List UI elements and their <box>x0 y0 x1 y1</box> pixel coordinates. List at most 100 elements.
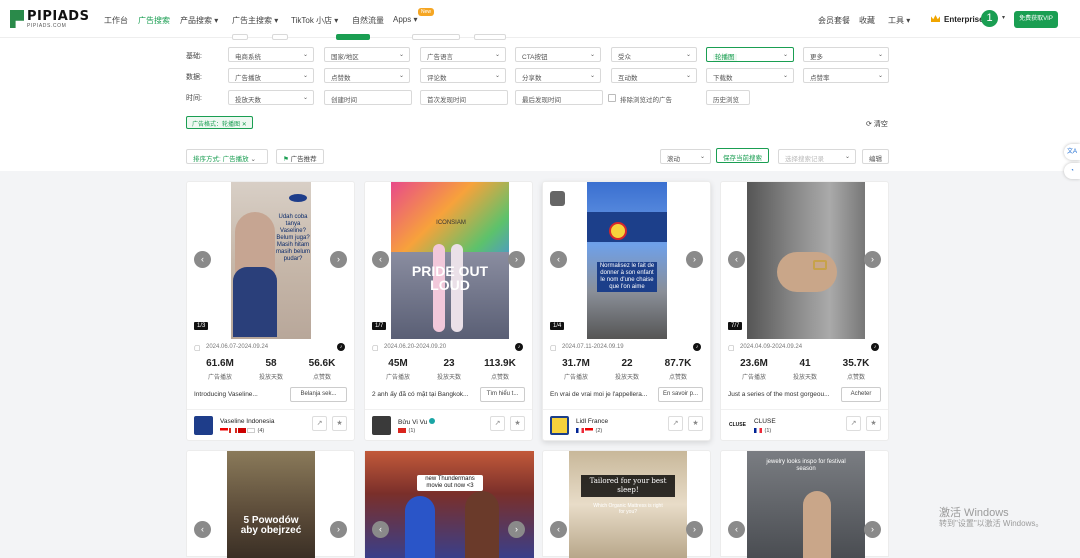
next-arrow-icon[interactable]: › <box>330 251 347 268</box>
created-time-input[interactable]: 创建时间 <box>324 90 412 105</box>
ad-card[interactable]: PRIDE OUT LOUD ICONSIAM ‹ › 1/7 ▢ 2024.0… <box>364 181 533 441</box>
scroll-mode-select[interactable]: 滚动 ⌄ <box>660 149 711 164</box>
ad-thumbnail[interactable]: jewelry looks inspo for festival season <box>747 451 865 558</box>
brand-logo[interactable] <box>372 416 391 435</box>
prev-arrow-icon[interactable]: ‹ <box>194 521 211 538</box>
select-like-rate[interactable]: 点赞率 ⌄ <box>803 68 889 83</box>
cta-button[interactable]: En savoir p... <box>658 387 703 402</box>
select-comments[interactable]: 评论数 ⌄ <box>420 68 506 83</box>
chevron-down-icon[interactable]: ▾ <box>1002 14 1005 21</box>
nav-tools[interactable]: 工具 ▾ <box>888 15 910 26</box>
next-arrow-icon[interactable]: › <box>508 251 525 268</box>
ad-thumbnail[interactable]: Tailored for your best sleep! Which Orga… <box>569 451 687 558</box>
brand-name[interactable]: Bửu Vi Vu <box>398 418 436 426</box>
saved-search-select[interactable]: 选择搜索记录 ⌄ <box>778 149 856 164</box>
select-audience[interactable]: 受众 ⌄ <box>611 47 697 62</box>
next-arrow-icon[interactable]: › <box>864 521 881 538</box>
select-downloads[interactable]: 下载数 ⌄ <box>706 68 794 83</box>
prev-arrow-icon[interactable]: ‹ <box>550 251 567 268</box>
brand-logo[interactable]: CLUSE <box>728 416 747 435</box>
next-arrow-icon[interactable]: › <box>864 251 881 268</box>
history-button[interactable]: 历史浏览 <box>706 90 750 105</box>
logo-text: PIPIADS <box>27 9 90 24</box>
ad-card[interactable]: Tailored for your best sleep! Which Orga… <box>542 450 711 558</box>
star-icon[interactable]: ★ <box>332 416 347 431</box>
select-more[interactable]: 更多 ⌄ <box>803 47 889 62</box>
nav-tiktok-shop[interactable]: TikTok 小店 ▾ <box>291 15 338 26</box>
cta-button[interactable]: Acheter <box>841 387 881 402</box>
nav-favorites[interactable]: 收藏 <box>859 15 875 26</box>
assistant-icon[interactable]: ◔ <box>1064 163 1080 179</box>
analytics-icon[interactable]: ↗ <box>312 416 327 431</box>
translate-icon[interactable]: 文A <box>1064 144 1080 160</box>
brand-name[interactable]: Vaseline Indonesia <box>220 418 274 425</box>
ad-card[interactable]: jewelry looks inspo for festival season … <box>720 450 889 558</box>
select-run-days[interactable]: 投放天数 ⌄ <box>228 90 314 105</box>
active-filter-tag[interactable]: 广告格式：轮播图 ✕ <box>186 116 253 129</box>
nav-product-search[interactable]: 产品搜索 ▾ <box>180 15 218 26</box>
cta-button[interactable]: Tìm hiểu t... <box>480 387 525 402</box>
save-search-button[interactable]: 保存当前搜索 <box>716 148 769 163</box>
prev-arrow-icon[interactable]: ‹ <box>194 251 211 268</box>
ad-thumbnail[interactable]: new Thundermans movie out now <3 <box>365 451 534 558</box>
select-carousel[interactable]: 轮播图 ⌄ <box>706 47 794 62</box>
exclude-viewed-checkbox[interactable] <box>608 94 616 102</box>
ad-card[interactable]: new Thundermans movie out now <3 ‹ › <box>364 450 534 558</box>
prev-arrow-icon[interactable]: ‹ <box>372 521 389 538</box>
analytics-icon[interactable]: ↗ <box>668 416 683 431</box>
next-arrow-icon[interactable]: › <box>686 251 703 268</box>
nav-advertiser-search[interactable]: 广告主搜索 ▾ <box>232 15 278 26</box>
prev-arrow-icon[interactable]: ‹ <box>550 521 567 538</box>
analytics-icon[interactable]: ↗ <box>490 416 505 431</box>
nav-apps[interactable]: Apps ▾ <box>393 15 417 24</box>
cta-button[interactable]: Belanja sek... <box>290 387 347 402</box>
ad-thumbnail[interactable]: Normalisez le fait de donner à son enfan… <box>587 182 667 339</box>
select-ecommerce[interactable]: 电商系统 ⌄ <box>228 47 314 62</box>
edit-button[interactable]: 编辑 <box>862 149 889 164</box>
select-cta[interactable]: CTA按钮 ⌄ <box>515 47 601 62</box>
star-icon[interactable]: ★ <box>866 416 881 431</box>
select-country[interactable]: 国家/地区 ⌄ <box>324 47 410 62</box>
analytics-icon[interactable]: ↗ <box>846 416 861 431</box>
select-likes[interactable]: 点赞数 ⌄ <box>324 68 410 83</box>
star-icon[interactable]: ★ <box>688 416 703 431</box>
clear-filters[interactable]: ⟳ 清空 <box>866 119 888 129</box>
ad-card[interactable]: ‹ › 7/7 ▢ 2024.04.09-2024.09.24 ♪ 23.6M … <box>720 181 889 441</box>
ad-thumbnail[interactable] <box>747 182 865 339</box>
ad-thumbnail[interactable]: Udah coba tanya Vaseline? Belum juga? Ma… <box>231 182 311 339</box>
select-interactions[interactable]: 互动数 ⌄ <box>611 68 697 83</box>
last-seen-input[interactable]: 最后发现时间 <box>515 90 603 105</box>
prev-arrow-icon[interactable]: ‹ <box>728 521 745 538</box>
ad-thumbnail[interactable]: PRIDE OUT LOUD ICONSIAM <box>391 182 509 339</box>
brand-logo[interactable] <box>550 416 569 435</box>
select-ad-plays[interactable]: 广告播放 ⌄ <box>228 68 314 83</box>
nav-organic[interactable]: 自然流量 <box>352 15 384 26</box>
first-seen-input[interactable]: 首次发现时间 <box>420 90 508 105</box>
prev-arrow-icon[interactable]: ‹ <box>728 251 745 268</box>
select-shares[interactable]: 分享数 ⌄ <box>515 68 601 83</box>
ad-card[interactable]: 5 Powodów aby obejrzeć ‹ › <box>186 450 355 558</box>
brand-logo[interactable] <box>194 416 213 435</box>
ad-card[interactable]: Udah coba tanya Vaseline? Belum juga? Ma… <box>186 181 355 441</box>
next-arrow-icon[interactable]: › <box>508 521 525 538</box>
select-language[interactable]: 广告语言 ⌄ <box>420 47 506 62</box>
next-arrow-icon[interactable]: › <box>330 521 347 538</box>
next-arrow-icon[interactable]: › <box>686 521 703 538</box>
nav-workbench[interactable]: 工作台 <box>104 15 128 26</box>
brand-name[interactable]: Lidl France <box>576 418 608 425</box>
ad-recommend-button[interactable]: ⚑ 广告推荐 <box>276 149 324 164</box>
nav-ad-search[interactable]: 广告搜索 <box>138 15 170 26</box>
user-avatar[interactable]: 1 <box>981 10 998 27</box>
nav-membership[interactable]: 会员套餐 <box>818 15 850 26</box>
ad-thumbnail[interactable]: 5 Powodów aby obejrzeć <box>227 451 315 558</box>
get-vip-button[interactable]: 免费获取VIP <box>1014 11 1058 28</box>
brand-name[interactable]: CLUSE <box>754 418 776 425</box>
plan-label[interactable]: Enterprise <box>944 15 984 24</box>
pipiads-logo[interactable]: PIPIADS PIPIADS.COM <box>10 9 89 32</box>
select-label: 分享数 <box>522 75 542 82</box>
sort-select[interactable]: 排序方式: 广告播放 ⌄ <box>186 149 268 164</box>
prev-arrow-icon[interactable]: ‹ <box>372 251 389 268</box>
ad-card[interactable]: Normalisez le fait de donner à son enfan… <box>542 181 711 441</box>
close-icon[interactable]: ✕ <box>242 122 247 128</box>
star-icon[interactable]: ★ <box>510 416 525 431</box>
